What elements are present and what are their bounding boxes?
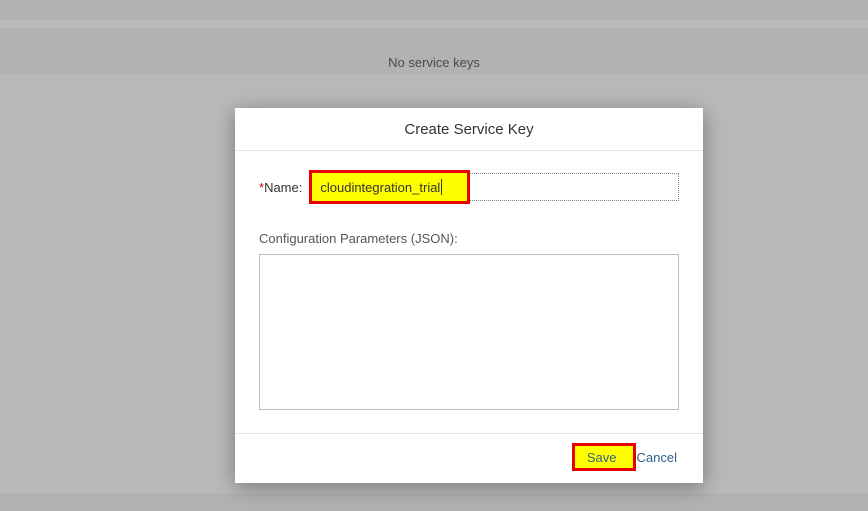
- config-json-textarea[interactable]: [259, 254, 679, 410]
- name-label-text: Name:: [264, 180, 302, 195]
- create-service-key-dialog: Create Service Key *Name: cloudintegrati…: [235, 108, 703, 483]
- dialog-body: *Name: cloudintegration_trial Configurat…: [235, 151, 703, 433]
- name-input[interactable]: [312, 173, 679, 201]
- save-button[interactable]: Save: [577, 444, 627, 471]
- name-label: *Name:: [259, 180, 302, 195]
- name-field-row: *Name: cloudintegration_trial: [259, 173, 679, 201]
- dialog-footer: Save Cancel: [235, 433, 703, 483]
- save-button-wrap: Save: [577, 444, 627, 471]
- config-label: Configuration Parameters (JSON):: [259, 231, 679, 246]
- name-input-wrap: cloudintegration_trial: [312, 173, 679, 201]
- dialog-title: Create Service Key: [235, 108, 703, 151]
